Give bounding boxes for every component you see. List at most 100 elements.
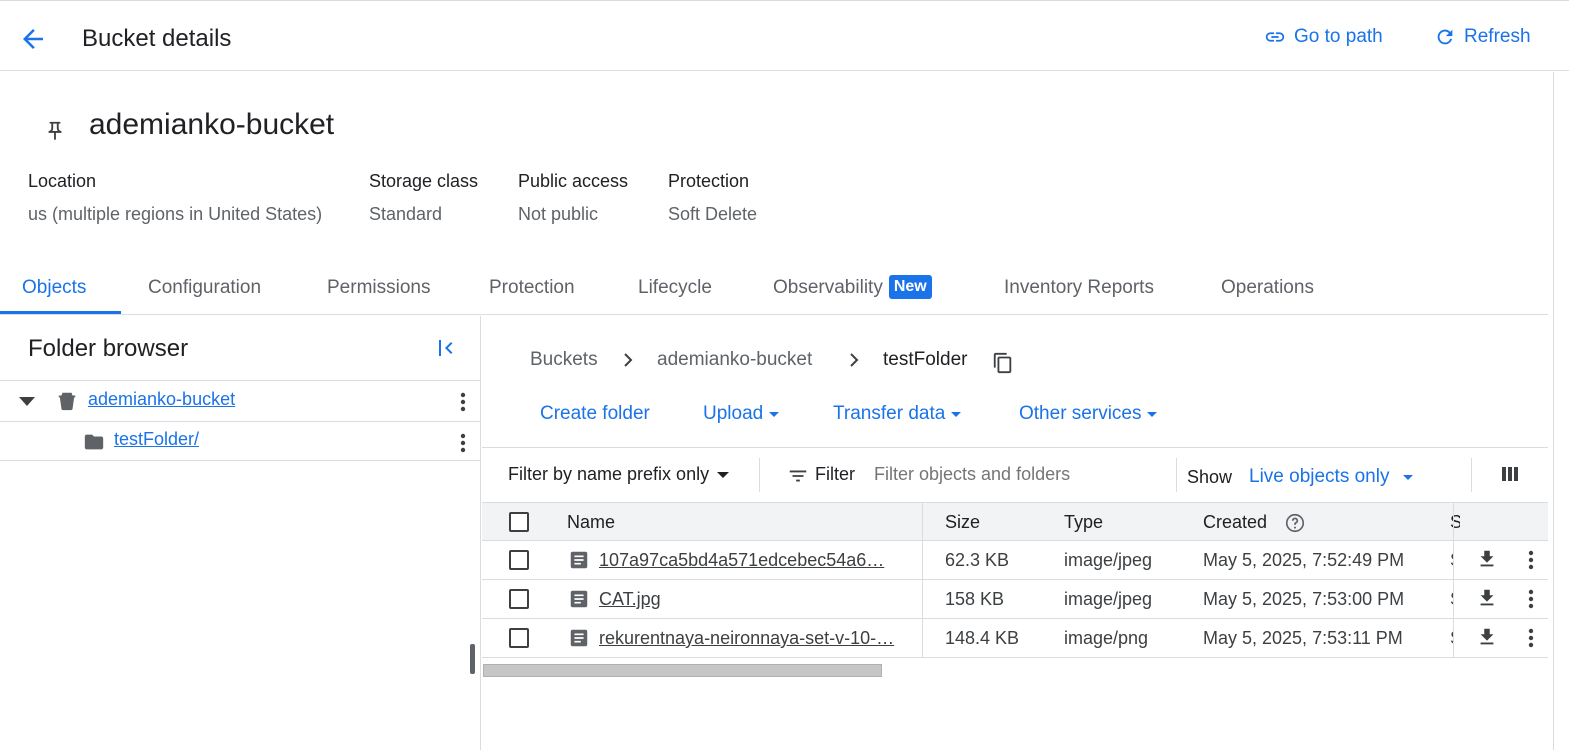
upload-label: Upload — [703, 403, 764, 424]
page-scrollbar[interactable] — [1553, 72, 1569, 750]
folder-tree-item-bucket[interactable]: ademianko-bucket — [0, 380, 480, 420]
breadcrumb-bucket[interactable]: ademianko-bucket — [657, 349, 812, 371]
file-icon — [570, 551, 588, 569]
folder-tree-item-folder[interactable]: testFolder/ — [0, 421, 480, 461]
collapse-panel-icon[interactable] — [434, 336, 458, 360]
folder-browser-title: Folder browser — [28, 335, 189, 362]
column-divider — [922, 580, 923, 618]
filter-bar: Filter by name prefix only Filter Show L… — [482, 447, 1548, 502]
row-checkbox[interactable] — [509, 550, 529, 570]
more-vert-icon[interactable] — [1521, 626, 1541, 650]
table-header-row: Name Size Type Created S — [482, 502, 1548, 541]
storage-class-label: Storage class — [369, 171, 479, 191]
more-vert-icon[interactable] — [453, 390, 473, 414]
help-icon[interactable] — [1284, 512, 1306, 534]
go-to-path-label: Go to path — [1294, 26, 1383, 47]
tab-lifecycle[interactable]: Lifecycle — [638, 277, 712, 299]
table-row[interactable]: 107a97ca5bd4a571edcebec54a6… 62.3 KB ima… — [482, 541, 1548, 580]
more-vert-icon[interactable] — [1521, 548, 1541, 572]
folder-tree-label[interactable]: ademianko-bucket — [88, 389, 235, 410]
create-folder-button[interactable]: Create folder — [540, 403, 650, 425]
folder-tree-label[interactable]: testFolder/ — [114, 429, 199, 450]
caret-down-icon — [1147, 411, 1158, 417]
sticky-column-divider — [1453, 541, 1454, 579]
refresh-label: Refresh — [1464, 26, 1531, 47]
table-row[interactable]: rekurentnaya-neironnaya-set-v-10-… 148.4… — [482, 619, 1548, 658]
expand-triangle-icon[interactable] — [18, 395, 36, 407]
column-display-icon[interactable] — [1500, 464, 1520, 484]
object-created: May 5, 2025, 7:53:11 PM — [1203, 628, 1403, 648]
tab-objects[interactable]: Objects — [22, 277, 86, 299]
tab-configuration[interactable]: Configuration — [148, 277, 261, 299]
upload-button[interactable]: Upload — [703, 403, 780, 425]
show-objects-dropdown[interactable]: Live objects only — [1249, 466, 1414, 488]
folder-browser-panel: Folder browser ademianko-bucket testFold… — [0, 316, 481, 750]
row-checkbox[interactable] — [509, 589, 529, 609]
transfer-data-label: Transfer data — [833, 403, 946, 424]
back-arrow-icon[interactable] — [18, 24, 48, 54]
other-services-button[interactable]: Other services — [1019, 403, 1158, 425]
filter-list-icon — [789, 470, 807, 482]
column-header-size[interactable]: Size — [945, 512, 980, 533]
caret-down-icon — [769, 411, 780, 417]
object-type: image/jpeg — [1064, 589, 1153, 609]
create-folder-label: Create folder — [540, 403, 650, 424]
protection-label: Protection — [668, 171, 750, 191]
go-to-path-button[interactable]: Go to path — [1264, 26, 1383, 48]
column-header-name[interactable]: Name — [567, 512, 615, 533]
object-name-link[interactable]: 107a97ca5bd4a571edcebec54a6… — [599, 550, 884, 571]
tab-bar: Objects Configuration Permissions Protec… — [0, 266, 1548, 315]
table-row[interactable]: CAT.jpg 158 KB image/jpeg May 5, 2025, 7… — [482, 580, 1548, 619]
more-vert-icon[interactable] — [453, 431, 473, 455]
filter-label: Filter — [815, 464, 855, 484]
refresh-button[interactable]: Refresh — [1434, 26, 1531, 48]
column-header-clipped: S — [1450, 503, 1460, 540]
breadcrumb-buckets[interactable]: Buckets — [530, 349, 598, 371]
filter-input[interactable] — [874, 460, 1164, 488]
copy-icon[interactable] — [992, 352, 1014, 374]
row-checkbox[interactable] — [509, 628, 529, 648]
column-header-clipped-label: S — [1450, 512, 1460, 532]
download-icon[interactable] — [1476, 587, 1498, 609]
bucket-icon — [58, 392, 76, 411]
storage-class-value: Standard — [369, 204, 443, 224]
file-icon — [570, 590, 588, 608]
panel-resize-handle[interactable] — [470, 644, 475, 674]
transfer-data-button[interactable]: Transfer data — [833, 403, 962, 425]
show-objects-value: Live objects only — [1249, 466, 1390, 487]
download-icon[interactable] — [1476, 548, 1498, 570]
column-header-type[interactable]: Type — [1064, 512, 1103, 533]
public-access-label: Public access — [518, 171, 629, 191]
tab-observability-label: Observability — [773, 277, 883, 298]
chevron-right-icon — [850, 353, 859, 367]
folder-icon — [84, 434, 104, 450]
object-name-link[interactable]: rekurentnaya-neironnaya-set-v-10-… — [599, 628, 894, 649]
table-horizontal-scrollbar[interactable] — [483, 664, 882, 677]
column-header-created[interactable]: Created — [1203, 512, 1267, 533]
filter-mode-dropdown[interactable]: Filter by name prefix only — [508, 464, 730, 485]
tab-protection[interactable]: Protection — [489, 277, 575, 299]
pin-icon[interactable] — [44, 118, 66, 144]
divider — [759, 458, 760, 492]
sticky-column-divider — [1453, 619, 1454, 657]
tab-operations[interactable]: Operations — [1221, 277, 1314, 299]
divider — [1176, 458, 1177, 492]
select-all-checkbox[interactable] — [509, 512, 529, 532]
location-value: us (multiple regions in United States) — [28, 204, 323, 224]
tab-inventory-reports[interactable]: Inventory Reports — [1004, 277, 1154, 299]
bucket-name-heading: ademianko-bucket — [89, 108, 335, 141]
object-name-link[interactable]: CAT.jpg — [599, 589, 661, 610]
page-header: Bucket details Go to path Refresh — [0, 6, 1569, 71]
show-label: Show — [1187, 467, 1233, 487]
sticky-column-divider — [1453, 503, 1454, 540]
tab-permissions[interactable]: Permissions — [327, 277, 430, 299]
object-created: May 5, 2025, 7:52:49 PM — [1203, 550, 1405, 570]
tab-observability[interactable]: Observability New — [773, 275, 932, 299]
chevron-right-icon — [624, 353, 633, 367]
more-vert-icon[interactable] — [1521, 587, 1541, 611]
public-access-value: Not public — [518, 204, 599, 224]
download-icon[interactable] — [1476, 626, 1498, 648]
object-created: May 5, 2025, 7:53:00 PM — [1203, 589, 1405, 609]
link-icon — [1265, 32, 1285, 42]
filter-mode-label: Filter by name prefix only — [508, 464, 710, 484]
